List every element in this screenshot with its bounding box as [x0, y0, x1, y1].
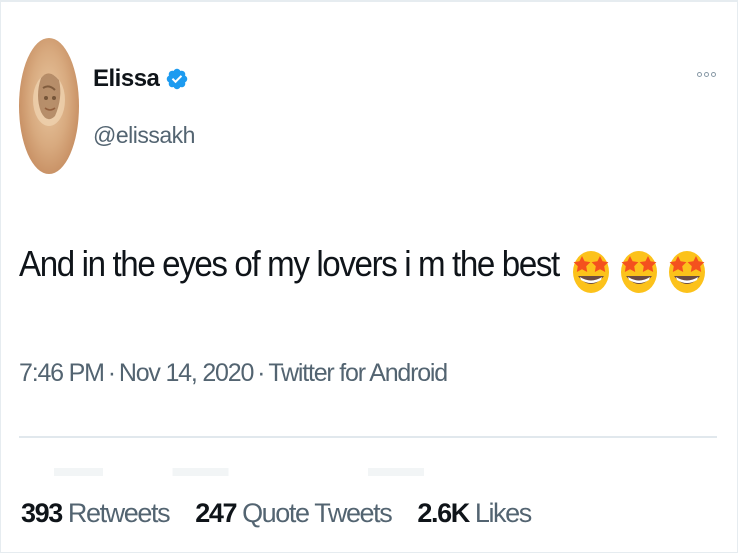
- faded-row: [19, 468, 717, 476]
- more-dot: [710, 71, 716, 77]
- emoji-group: [571, 246, 715, 294]
- retweets-count: 393: [21, 498, 63, 528]
- more-dot: [703, 71, 709, 77]
- star-struck-emoji-icon: [620, 251, 657, 293]
- author-display-name[interactable]: Elissa: [93, 64, 189, 94]
- likes-count: 2.6K: [417, 498, 470, 528]
- star-struck-emoji-icon: [572, 251, 609, 293]
- tweet-body: And in the eyes of my lovers i m the bes…: [19, 240, 715, 293]
- likes-label: Likes: [474, 498, 532, 528]
- avatar-photo: [33, 73, 65, 126]
- tweet-time[interactable]: 7:46 PM: [19, 359, 105, 387]
- quote-tweets-count: 247: [195, 498, 237, 528]
- avatar[interactable]: [19, 38, 79, 174]
- verified-badge-icon: [167, 68, 188, 90]
- tweet-card: Elissa @elissakh And in the eyes of my l…: [0, 0, 738, 553]
- quote-tweets-label: Quote Tweets: [242, 498, 393, 528]
- meta-separator: ·: [257, 359, 265, 387]
- divider: [19, 436, 717, 438]
- author-name-text: Elissa: [93, 65, 160, 92]
- retweets-stat[interactable]: 393 Retweets: [21, 496, 171, 530]
- tweet-metadata: 7:46 PM · Nov 14, 2020 · Twitter for Android: [19, 358, 448, 388]
- author-handle[interactable]: @elissakh: [93, 120, 195, 150]
- more-options-icon[interactable]: [693, 64, 719, 84]
- tweet-source[interactable]: Twitter for Android: [268, 359, 448, 387]
- engagement-stats: 393 Retweets 247 Quote Tweets 2.6K Likes: [21, 496, 557, 530]
- tweet-date[interactable]: Nov 14, 2020: [119, 359, 255, 387]
- likes-stat[interactable]: 2.6K Likes: [417, 496, 532, 530]
- more-dot: [696, 71, 702, 77]
- star-struck-emoji-icon: [668, 251, 705, 293]
- quote-tweets-stat[interactable]: 247 Quote Tweets: [195, 496, 393, 530]
- meta-separator: ·: [107, 359, 116, 387]
- retweets-label: Retweets: [67, 498, 171, 528]
- tweet-text: And in the eyes of my lovers i m the bes…: [19, 243, 560, 284]
